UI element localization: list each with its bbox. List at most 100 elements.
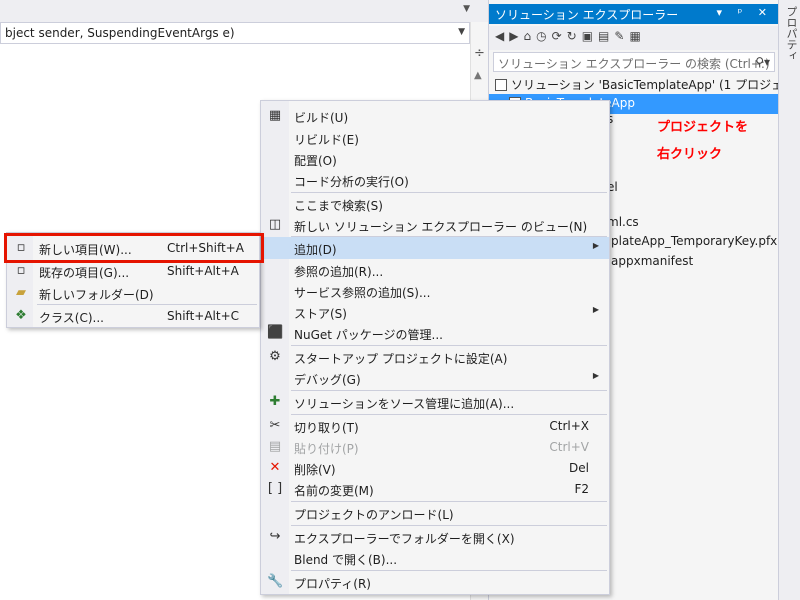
member-navigation-dropdown[interactable]: bject sender, SuspendingEventArgs e) ▼ bbox=[0, 22, 470, 44]
back-icon[interactable]: ◀ bbox=[495, 29, 509, 43]
menu-item-unload-project[interactable]: プロジェクトのアンロード(L) bbox=[261, 502, 609, 524]
menu-item-shortcut: Shift+Alt+A bbox=[167, 264, 239, 278]
tree-item-label: ソリューション 'BasicTemplateApp' (1 プロジェクト) bbox=[511, 78, 779, 92]
menu-item-cut[interactable]: ✂ 切り取り(T) Ctrl+X bbox=[261, 415, 609, 437]
delete-icon: ✕ bbox=[269, 460, 281, 475]
menu-item-open-folder-in-explorer[interactable]: ↪ エクスプローラーでフォルダーを開く(X) bbox=[261, 526, 609, 548]
menu-item-label: プロパティ(R) bbox=[294, 577, 371, 591]
menu-item-debug[interactable]: デバッグ(G) ▶ bbox=[261, 367, 609, 389]
menu-item-label: ストア(S) bbox=[294, 307, 347, 321]
menu-item-scope-to-this[interactable]: ここまで検索(S) bbox=[261, 193, 609, 215]
refresh-icon[interactable]: ↻ bbox=[567, 29, 582, 43]
split-editor-icon[interactable]: ÷ bbox=[474, 46, 485, 61]
sync-icon[interactable]: ⟳ bbox=[552, 29, 567, 43]
show-all-files-icon[interactable]: ▤ bbox=[598, 29, 614, 43]
menu-item-label: スタートアップ プロジェクトに設定(A) bbox=[294, 352, 508, 366]
properties-icon[interactable]: ✎ bbox=[614, 29, 629, 43]
menu-item-build[interactable]: ▦ ビルド(U) bbox=[261, 105, 609, 127]
tree-item-partial[interactable]: appxmanifest bbox=[611, 254, 693, 268]
preview-icon[interactable]: ▦ bbox=[629, 29, 645, 43]
menu-item-rename[interactable]: [ ] 名前の変更(M) F2 bbox=[261, 478, 609, 500]
menu-item-rebuild[interactable]: リビルド(E) bbox=[261, 127, 609, 149]
menu-item-manage-nuget[interactable]: ⬛ NuGet パッケージの管理... bbox=[261, 322, 609, 344]
paste-icon: ▤ bbox=[268, 439, 282, 454]
new-folder-icon: ▰ bbox=[16, 285, 26, 300]
home-icon[interactable]: ⌂ bbox=[523, 29, 536, 43]
menu-item-label: デバッグ(G) bbox=[294, 373, 361, 387]
source-control-icon: ✚ bbox=[269, 394, 281, 409]
instruction-annotation: プロジェクトを 右クリック bbox=[657, 114, 748, 168]
menu-item-add-to-source-control[interactable]: ✚ ソリューションをソース管理に追加(A)... bbox=[261, 391, 609, 413]
menu-item-store[interactable]: ストア(S) ▶ bbox=[261, 301, 609, 323]
solution-explorer-search-input[interactable]: ソリューション エクスプローラー の検索 (Ctrl+:) ⚲▾ bbox=[493, 52, 775, 72]
menu-item-deploy[interactable]: 配置(O) bbox=[261, 148, 609, 170]
history-icon[interactable]: ◷ bbox=[536, 29, 551, 43]
menu-item-label: 追加(D) bbox=[294, 243, 337, 257]
search-icon[interactable]: ⚲▾ bbox=[755, 55, 770, 69]
menu-item-label: エクスプローラーでフォルダーを開く(X) bbox=[294, 532, 515, 546]
menu-item-label: クラス(C)... bbox=[39, 311, 104, 325]
menu-item-label: 既存の項目(G)... bbox=[39, 266, 130, 280]
annotation-line: プロジェクトを bbox=[657, 120, 749, 135]
menu-item-label: ビルド(U) bbox=[294, 111, 349, 125]
tree-item-partial[interactable]: ml.cs bbox=[607, 215, 639, 229]
submenu-item-new-folder[interactable]: ▰ 新しいフォルダー(D) bbox=[7, 282, 259, 304]
menu-item-label: NuGet パッケージの管理... bbox=[294, 328, 443, 342]
panel-window-buttons[interactable]: ▾ ᵖ ✕ bbox=[717, 6, 773, 19]
menu-item-label: ここまで検索(S) bbox=[294, 199, 383, 213]
menu-item-delete[interactable]: ✕ 削除(V) Del bbox=[261, 457, 609, 479]
submenu-item-class[interactable]: ❖ クラス(C)... Shift+Alt+C bbox=[7, 305, 259, 327]
class-icon: ❖ bbox=[15, 308, 27, 323]
solution-explorer-title: ソリューション エクスプローラー bbox=[495, 8, 679, 22]
menu-item-label: 削除(V) bbox=[294, 463, 336, 477]
menu-item-shortcut: Shift+Alt+C bbox=[167, 309, 240, 323]
menu-item-add[interactable]: 追加(D) ▶ bbox=[261, 237, 609, 259]
menu-item-label: 切り取り(T) bbox=[294, 421, 359, 435]
menu-item-paste[interactable]: ▤ 貼り付け(P) Ctrl+V bbox=[261, 436, 609, 458]
search-placeholder: ソリューション エクスプローラー の検索 (Ctrl+:) bbox=[498, 57, 770, 71]
menu-item-label: サービス参照の追加(S)... bbox=[294, 286, 431, 300]
submenu-item-existing-item[interactable]: ▫ 既存の項目(G)... Shift+Alt+A bbox=[7, 260, 259, 282]
menu-item-shortcut: Del bbox=[569, 461, 589, 475]
build-icon: ▦ bbox=[268, 108, 282, 123]
forward-icon[interactable]: ▶ bbox=[509, 29, 523, 43]
member-navigation-text: bject sender, SuspendingEventArgs e) bbox=[5, 26, 235, 40]
menu-item-run-code-analysis[interactable]: コード分析の実行(O) bbox=[261, 169, 609, 191]
chevron-down-icon[interactable]: ▼ bbox=[458, 27, 465, 37]
menu-item-label: 配置(O) bbox=[294, 154, 337, 168]
open-folder-icon: ↪ bbox=[269, 529, 281, 544]
scroll-up-icon[interactable]: ▲ bbox=[474, 70, 486, 82]
nuget-icon: ⬛ bbox=[267, 325, 284, 340]
solution-icon bbox=[495, 79, 507, 91]
menu-item-label: 名前の変更(M) bbox=[294, 484, 374, 498]
menu-item-label: プロジェクトのアンロード(L) bbox=[294, 508, 454, 522]
collapse-all-icon[interactable]: ▣ bbox=[582, 29, 598, 43]
menu-item-label: コード分析の実行(O) bbox=[294, 175, 409, 189]
submenu-arrow-icon: ▶ bbox=[592, 241, 599, 250]
properties-tab-label: プロパティ bbox=[785, 6, 798, 61]
solution-explorer-toolbar: ◀▶⌂◷⟳↻▣▤✎▦ bbox=[489, 26, 779, 50]
menu-item-open-in-blend[interactable]: Blend で開く(B)... bbox=[261, 547, 609, 569]
menu-item-label: ソリューションをソース管理に追加(A)... bbox=[294, 397, 515, 411]
menu-item-set-startup-project[interactable]: ⚙ スタートアップ プロジェクトに設定(A) bbox=[261, 346, 609, 368]
menu-item-label: 参照の追加(R)... bbox=[294, 265, 384, 279]
tree-item-solution[interactable]: ソリューション 'BasicTemplateApp' (1 プロジェクト) bbox=[489, 74, 779, 94]
menu-item-properties[interactable]: 🔧 プロパティ(R) bbox=[261, 571, 609, 593]
menu-item-label: 新しい ソリューション エクスプローラー のビュー(N) bbox=[294, 220, 588, 234]
menu-item-add-service-reference[interactable]: サービス参照の追加(S)... bbox=[261, 280, 609, 302]
rename-icon: [ ] bbox=[267, 481, 283, 496]
menu-item-label: 貼り付け(P) bbox=[294, 442, 359, 456]
menu-item-new-solution-explorer-view[interactable]: ◫ 新しい ソリューション エクスプローラー のビュー(N) bbox=[261, 214, 609, 236]
menu-item-shortcut: Ctrl+V bbox=[549, 440, 589, 454]
annotation-line: 右クリック bbox=[657, 147, 723, 162]
cut-icon: ✂ bbox=[269, 418, 281, 433]
submenu-arrow-icon: ▶ bbox=[592, 305, 599, 314]
gear-icon: ⚙ bbox=[269, 349, 281, 364]
tree-item-partial[interactable]: plateApp_TemporaryKey.pfx bbox=[611, 234, 777, 248]
menu-item-add-reference[interactable]: 参照の追加(R)... bbox=[261, 259, 609, 281]
submenu-arrow-icon: ▶ bbox=[592, 371, 599, 380]
editor-dropdown-icon[interactable]: ▼ bbox=[463, 4, 470, 14]
properties-side-tab[interactable]: プロパティ bbox=[778, 0, 800, 600]
menu-item-label: 新しいフォルダー(D) bbox=[39, 288, 154, 302]
solution-explorer-title-bar: ソリューション エクスプローラー ▾ ᵖ ✕ bbox=[489, 4, 779, 24]
